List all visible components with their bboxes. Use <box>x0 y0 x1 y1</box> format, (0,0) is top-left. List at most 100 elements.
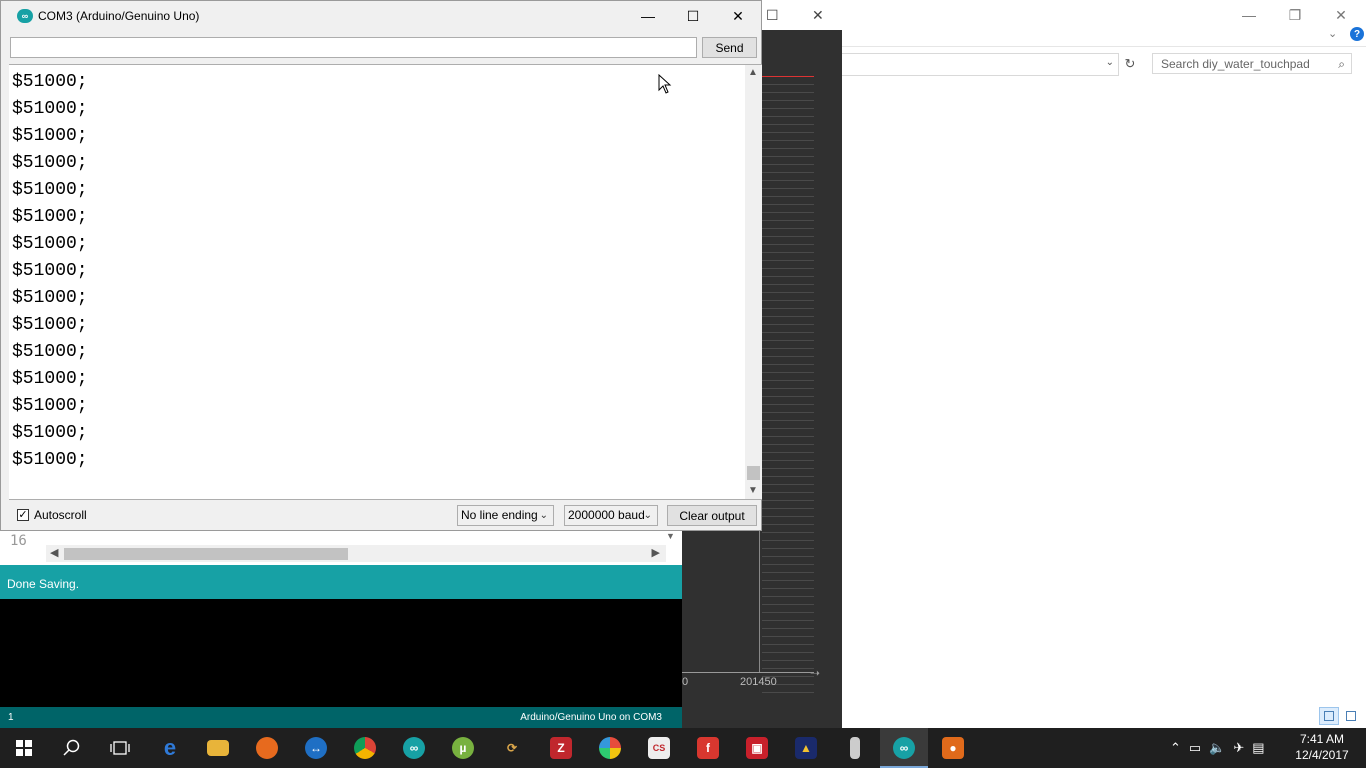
ide-window-controls: ☐ ✕ <box>762 0 842 30</box>
task-view-icon[interactable] <box>96 728 144 768</box>
checkbox-check-icon[interactable]: ✓ <box>17 509 29 521</box>
output-line: $51000; <box>12 99 88 119</box>
search-icon: ⌕ <box>1338 57 1345 71</box>
search-placeholder: Search diy_water_touchpad <box>1161 57 1310 71</box>
scrollbar-thumb[interactable] <box>64 548 348 560</box>
search-input[interactable]: Search diy_water_touchpad ⌕ <box>1152 53 1352 74</box>
line-ending-select[interactable]: No line ending ⌄ <box>457 505 554 526</box>
plot-grid <box>762 76 814 696</box>
usb-icon[interactable] <box>831 728 879 768</box>
close-icon[interactable]: ✕ <box>812 7 824 24</box>
line-ending-value: No line ending <box>461 508 538 522</box>
footer-line-number: 1 <box>8 712 14 723</box>
filezilla-icon[interactable]: Z <box>537 728 585 768</box>
chevron-up-icon[interactable]: ⌃ <box>1170 740 1181 756</box>
app-orange-icon[interactable]: ● <box>929 728 977 768</box>
details-view-icon[interactable] <box>1319 707 1339 725</box>
output-line: $51000; <box>12 423 88 443</box>
file-explorer-icon[interactable] <box>194 728 242 768</box>
output-line: $51000; <box>12 153 88 173</box>
send-button[interactable]: Send <box>702 37 757 58</box>
close-icon[interactable]: ✕ <box>1318 0 1364 30</box>
minimize-icon[interactable]: — <box>625 1 671 31</box>
clear-output-button[interactable]: Clear output <box>667 505 757 526</box>
horizontal-scrollbar[interactable]: ◀ ▶ <box>46 545 666 562</box>
window-title: COM3 (Arduino/Genuino Uno) <box>38 9 200 23</box>
eagle-icon[interactable]: CS <box>635 728 683 768</box>
arduino-icon[interactable]: ∞ <box>390 728 438 768</box>
app-icon[interactable]: ⟳ <box>488 728 536 768</box>
output-line: $51000; <box>12 180 88 200</box>
scroll-down-icon[interactable]: ▼ <box>666 531 675 541</box>
autoscroll-checkbox[interactable]: ✓ Autoscroll <box>17 508 87 522</box>
output-line: $51000; <box>12 261 88 281</box>
serial-input[interactable] <box>10 37 697 58</box>
plot-series-line <box>762 76 814 77</box>
ide-footer: 1 Arduino/Genuino Uno on COM3 <box>0 707 682 728</box>
refresh-icon[interactable]: ↻ <box>1121 53 1139 74</box>
teamviewer-icon[interactable]: ↔ <box>292 728 340 768</box>
notification-icon[interactable]: ▤ <box>1252 740 1264 756</box>
clock-date: 12/4/2017 <box>1295 748 1349 762</box>
arduino-logo-icon: ∞ <box>17 9 33 23</box>
scroll-down-icon[interactable]: ▼ <box>748 485 758 496</box>
address-bar[interactable]: ⌄ <box>842 53 1119 76</box>
output-line: $51000; <box>12 369 88 389</box>
plot-x-axis <box>682 672 814 673</box>
chevron-down-icon[interactable]: ⌄ <box>1106 57 1114 68</box>
maximize-icon[interactable]: ☐ <box>766 7 779 24</box>
output-line: $51000; <box>12 126 88 146</box>
output-line: $51000; <box>12 342 88 362</box>
system-clock[interactable]: 7:41 AM 12/4/2017 <box>1294 731 1350 763</box>
scroll-right-icon[interactable]: ▶ <box>652 546 660 559</box>
clock-time: 7:41 AM <box>1299 732 1345 746</box>
output-line: $51000; <box>12 288 88 308</box>
output-line: $51000; <box>12 207 88 227</box>
volume-icon[interactable]: 🔈 <box>1209 740 1225 756</box>
autoscroll-label: Autoscroll <box>34 508 87 522</box>
system-tray: ⌃ ▭ 🔈 ✈ ▤ <box>1170 728 1265 768</box>
app-red-icon[interactable]: ▣ <box>733 728 781 768</box>
output-line: $51000; <box>12 396 88 416</box>
chrome-icon[interactable] <box>341 728 389 768</box>
scroll-left-icon[interactable]: ◀ <box>50 546 58 559</box>
utorrent-icon[interactable]: µ <box>439 728 487 768</box>
ide-status-bar: Done Saving. <box>0 565 682 599</box>
axis-arrow-icon: ➝ <box>810 666 821 680</box>
output-line: $51000; <box>12 450 88 470</box>
window-titlebar[interactable]: ∞ COM3 (Arduino/Genuino Uno) — ☐ ✕ <box>1 1 761 31</box>
chevron-down-icon[interactable]: ⌄ <box>1328 27 1337 40</box>
output-line: $51000; <box>12 234 88 254</box>
minimize-icon[interactable]: — <box>1226 0 1272 30</box>
firefox-icon[interactable] <box>243 728 291 768</box>
arduino-active-icon[interactable]: ∞ <box>880 728 928 768</box>
help-icon[interactable]: ? <box>1350 27 1364 41</box>
search-icon[interactable] <box>48 728 96 768</box>
airplane-icon[interactable]: ✈ <box>1233 740 1244 756</box>
output-line: $51000; <box>12 72 88 92</box>
output-line: $51000; <box>12 315 88 335</box>
x-tick-label: 201450 <box>740 676 777 688</box>
serial-output[interactable]: $51000; $51000; $51000; $51000; $51000; $5100… <box>9 64 762 500</box>
battery-icon[interactable]: ▭ <box>1189 740 1201 756</box>
line-number: 16 <box>10 533 27 549</box>
picasa-icon[interactable] <box>586 728 634 768</box>
chevron-down-icon: ⌄ <box>539 510 548 521</box>
footer-board-info: Arduino/Genuino Uno on COM3 <box>520 712 662 723</box>
restore-icon[interactable]: ❐ <box>1272 0 1318 30</box>
edge-icon[interactable]: e <box>146 728 194 768</box>
baud-rate-select[interactable]: 2000000 baud ⌄ <box>564 505 658 526</box>
foxit-icon[interactable]: f <box>684 728 732 768</box>
scrollbar-thumb[interactable] <box>747 466 760 480</box>
ide-console <box>0 599 682 707</box>
scroll-up-icon[interactable]: ▲ <box>748 67 758 78</box>
vertical-scrollbar[interactable]: ▲ ▼ <box>745 65 762 499</box>
app-yellow-icon[interactable]: ▲ <box>782 728 830 768</box>
x-tick-label: 0 <box>682 676 689 688</box>
large-icons-view-icon[interactable] <box>1341 707 1361 725</box>
code-editor[interactable]: 16 ▼ ◀ ▶ <box>0 531 682 565</box>
close-icon[interactable]: ✕ <box>715 1 761 31</box>
windows-start-icon[interactable] <box>0 728 48 768</box>
baud-rate-value: 2000000 baud <box>568 508 645 522</box>
maximize-icon[interactable]: ☐ <box>670 1 716 31</box>
